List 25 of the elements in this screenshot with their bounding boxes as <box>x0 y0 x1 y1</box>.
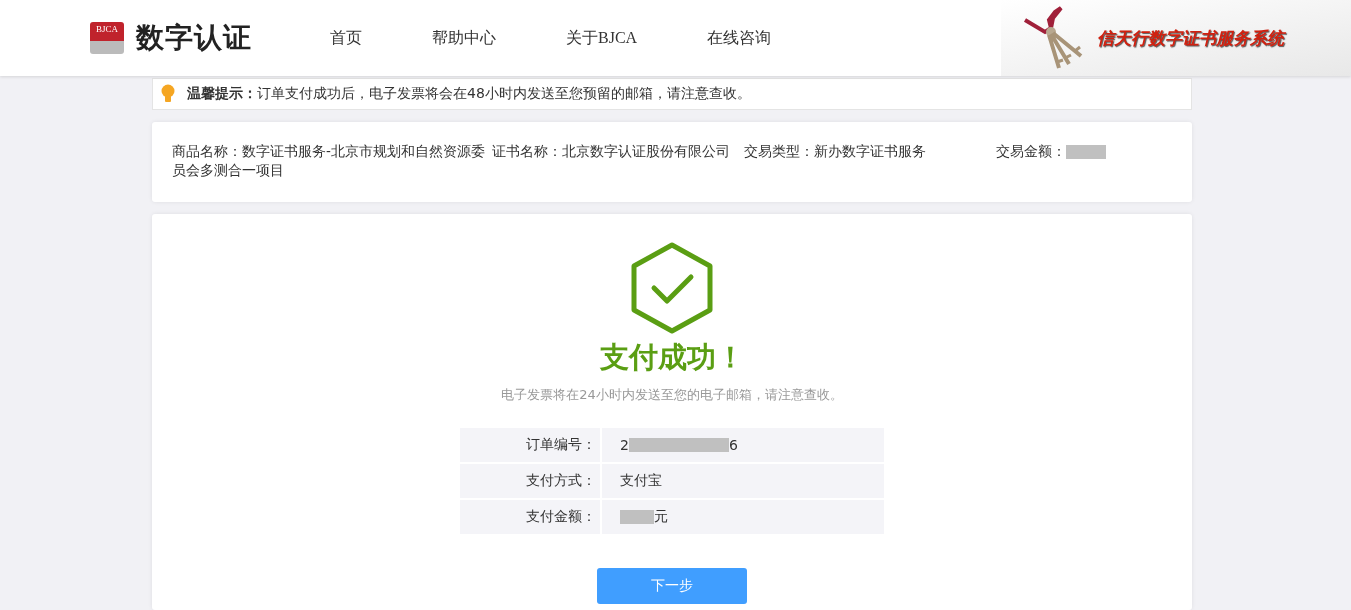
success-message: 电子发票将在24小时内发送至您的电子邮箱，请注意查收。 <box>501 386 843 404</box>
info-field: 商品名称：数字证书服务-北京市规划和自然资源委员会多测合一项目 <box>172 142 488 180</box>
notice-text: 温馨提示：订单支付成功后，电子发票将会在48小时内发送至您预留的邮箱，请注意查收。 <box>187 85 751 103</box>
detail-value: 支付宝 <box>620 472 662 490</box>
detail-label: 支付方式： <box>460 464 600 498</box>
info-field: 证书名称：北京数字认证股份有限公司 <box>492 143 730 159</box>
detail-label: 订单编号： <box>460 428 600 462</box>
banner-title: 信天行数字证书服务系统 <box>1097 26 1284 50</box>
nav-link[interactable]: 在线咨询 <box>707 27 772 49</box>
nav-link[interactable]: 首页 <box>330 27 362 49</box>
detail-value: 2 <box>620 437 629 453</box>
detail-value: 6 <box>728 437 738 453</box>
field-label: 交易金额： <box>996 143 1066 159</box>
success-check-icon <box>630 242 714 334</box>
success-title: 支付成功！ <box>599 339 745 376</box>
lightbulb-icon <box>161 84 175 104</box>
logo-text[interactable]: 数字认证 <box>136 19 252 57</box>
redaction-bar <box>1066 145 1106 159</box>
nav-link[interactable]: 关于BJCA <box>566 27 638 49</box>
nav-link[interactable]: 帮助中心 <box>432 27 496 49</box>
detail-value: 元 <box>654 508 668 526</box>
redaction-bar <box>620 510 654 524</box>
info-field: 交易类型：新办数字证书服务 <box>744 143 926 159</box>
detail-label: 支付金额： <box>460 500 600 534</box>
logo-badge: BJCA <box>90 22 124 54</box>
